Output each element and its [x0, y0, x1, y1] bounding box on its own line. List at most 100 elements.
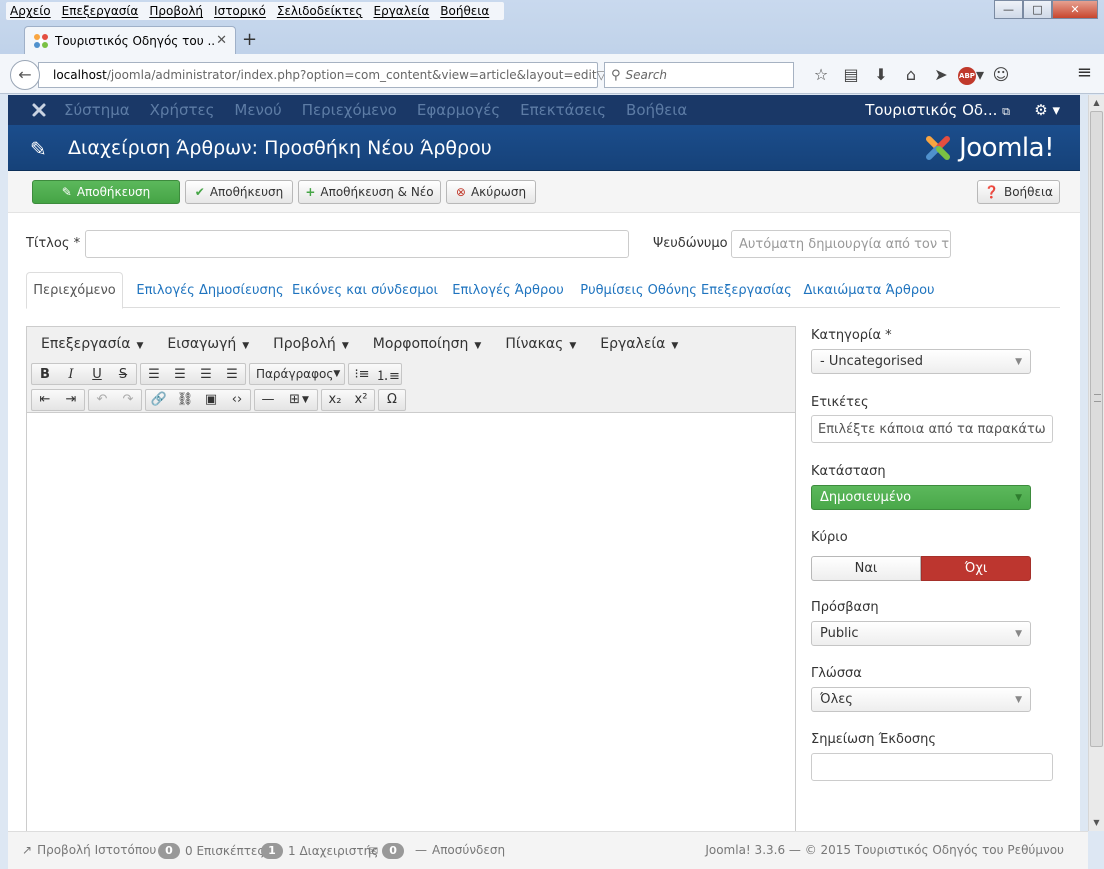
- horizontal-rule-icon[interactable]: —: [255, 390, 281, 410]
- joomla-logo-icon[interactable]: [30, 101, 48, 119]
- minimize-button[interactable]: —: [994, 0, 1023, 19]
- save-close-label: Αποθήκευση: [76, 185, 151, 199]
- menu-file[interactable]: Αρχείο: [10, 4, 51, 18]
- editor-menu-format[interactable]: Μορφοποίηση ▼: [373, 336, 482, 352]
- reading-list-icon[interactable]: ▤: [836, 62, 866, 88]
- nav-content[interactable]: Περιεχόμενο: [302, 101, 397, 119]
- subscript-icon[interactable]: x₂: [322, 390, 348, 410]
- save-close-button[interactable]: ✎ Αποθήκευση: [32, 180, 180, 204]
- editor-menu-table[interactable]: Πίνακας ▼: [505, 336, 576, 352]
- maximize-button[interactable]: □: [1023, 0, 1052, 19]
- link-icon[interactable]: 🔗: [146, 390, 172, 410]
- format-select[interactable]: Παράγραφος ▼: [250, 364, 344, 384]
- site-link[interactable]: Τουριστικός Οδ... ⧉: [865, 101, 1010, 119]
- nav-help[interactable]: Βοήθεια: [626, 101, 687, 119]
- help-button[interactable]: ❓ Βοήθεια: [977, 180, 1060, 204]
- save-label: Αποθήκευση: [209, 185, 284, 199]
- undo-icon[interactable]: ↶: [89, 390, 115, 410]
- new-tab-icon[interactable]: +: [242, 29, 257, 50]
- outdent-icon[interactable]: ⇤: [32, 390, 58, 410]
- menu-tools[interactable]: Εργαλεία: [374, 4, 430, 18]
- table-icon[interactable]: ⊞ ▼: [281, 390, 317, 410]
- align-center-icon[interactable]: ☰: [167, 364, 193, 384]
- editor-menu-insert[interactable]: Εισαγωγή ▼: [167, 336, 249, 352]
- indent-icon[interactable]: ⇥: [58, 390, 84, 410]
- menu-history[interactable]: Ιστορικό: [214, 4, 266, 18]
- tab-editor-config[interactable]: Ρυθμίσεις Οθόνης Επεξεργασίας: [576, 272, 796, 308]
- unlink-icon[interactable]: ⛓: [172, 390, 198, 410]
- category-label: Κατηγορία *: [811, 328, 892, 343]
- editor-menu-tools[interactable]: Εργαλεία ▼: [600, 336, 678, 352]
- numbered-list-icon[interactable]: ⒈≡: [375, 364, 401, 384]
- bold-button[interactable]: B: [32, 364, 58, 384]
- download-icon[interactable]: ⬇: [866, 62, 896, 88]
- special-char-icon[interactable]: Ω: [379, 390, 405, 410]
- tab-article-options[interactable]: Επιλογές Άρθρου: [444, 272, 572, 308]
- menu-bookmarks[interactable]: Σελιδοδείκτες: [277, 4, 363, 18]
- logout-link[interactable]: — Αποσύνδεση: [415, 843, 505, 857]
- address-bar[interactable]: localhost/joomla/administrator/index.php…: [38, 62, 624, 88]
- editor-menu-edit[interactable]: Επεξεργασία ▼: [41, 336, 143, 352]
- bookmark-star-icon[interactable]: ☆: [806, 62, 836, 88]
- category-select[interactable]: - Uncategorised ▼: [811, 349, 1031, 374]
- title-label: Τίτλος *: [26, 236, 81, 251]
- tab-images-links[interactable]: Εικόνες και σύνδεσμοι: [292, 272, 438, 308]
- scroll-thumb[interactable]: [1090, 111, 1103, 747]
- chat-icon[interactable]: ☺: [986, 62, 1016, 88]
- nav-system[interactable]: Σύστημα: [64, 101, 130, 119]
- browser-navbar: localhost/joomla/administrator/index.php…: [0, 54, 1104, 94]
- adblock-icon[interactable]: ABP▾: [956, 62, 986, 88]
- align-justify-icon[interactable]: ☰: [219, 364, 245, 384]
- save-button[interactable]: ✔ Αποθήκευση: [185, 180, 293, 204]
- featured-no-button[interactable]: Όχι: [921, 556, 1031, 581]
- alias-input[interactable]: Αυτόματη δημιουργία από τον τίτλο: [731, 230, 951, 258]
- redo-icon[interactable]: ↷: [115, 390, 141, 410]
- tags-input[interactable]: Επιλέξτε κάποια από τα παρακάτω: [811, 415, 1053, 443]
- tab-permissions[interactable]: Δικαιώματα Άρθρου: [794, 272, 944, 308]
- menu-help[interactable]: Βοήθεια: [440, 4, 489, 18]
- send-icon[interactable]: ➤: [926, 62, 956, 88]
- version-note-input[interactable]: [811, 753, 1053, 781]
- cancel-button[interactable]: ⊗ Ακύρωση: [446, 180, 536, 204]
- scroll-up-icon[interactable]: ▲: [1089, 95, 1104, 111]
- code-icon[interactable]: ‹›: [224, 390, 250, 410]
- title-input[interactable]: [85, 230, 629, 258]
- nav-menus[interactable]: Μενού: [234, 101, 281, 119]
- strikethrough-button[interactable]: S: [110, 364, 136, 384]
- vertical-scrollbar[interactable]: ▲ ▼: [1088, 95, 1104, 831]
- language-select[interactable]: Όλες ▼: [811, 687, 1031, 712]
- access-select[interactable]: Public ▼: [811, 621, 1031, 646]
- image-icon[interactable]: ▣: [198, 390, 224, 410]
- back-button[interactable]: ←: [10, 60, 40, 90]
- menu-view[interactable]: Προβολή: [149, 4, 203, 18]
- align-right-icon[interactable]: ☰: [193, 364, 219, 384]
- tab-publishing[interactable]: Επιλογές Δημοσίευσης: [130, 272, 290, 308]
- gear-icon[interactable]: ⚙ ▾: [1034, 101, 1060, 119]
- editor-content-area[interactable]: [27, 414, 795, 832]
- close-window-button[interactable]: ✕: [1052, 0, 1098, 19]
- caret-down-icon: ▼: [1015, 492, 1022, 503]
- browser-tab[interactable]: Τουριστικός Οδηγός του ... ✕: [24, 26, 236, 54]
- underline-button[interactable]: U: [84, 364, 110, 384]
- nav-extensions[interactable]: Επεκτάσεις: [520, 101, 606, 119]
- close-tab-icon[interactable]: ✕: [216, 33, 227, 48]
- featured-yes-button[interactable]: Ναι: [811, 556, 921, 581]
- view-site-link[interactable]: ↗ Προβολή Ιστοτόπου: [22, 843, 156, 857]
- scroll-down-icon[interactable]: ▼: [1089, 815, 1104, 831]
- status-select[interactable]: Δημοσιευμένο ▼: [811, 485, 1031, 510]
- editor-menu-view[interactable]: Προβολή ▼: [273, 336, 349, 352]
- search-box[interactable]: ⚲ Search: [604, 62, 794, 88]
- joomla-brand-logo-icon: [926, 136, 951, 160]
- tab-content[interactable]: Περιεχόμενο: [26, 272, 123, 309]
- align-left-icon[interactable]: ☰: [141, 364, 167, 384]
- nav-users[interactable]: Χρήστες: [150, 101, 215, 119]
- menu-edit[interactable]: Επεξεργασία: [62, 4, 139, 18]
- bullet-list-icon[interactable]: ⁝≡: [349, 364, 375, 384]
- italic-button[interactable]: I: [58, 364, 84, 384]
- nav-components[interactable]: Εφαρμογές: [417, 101, 500, 119]
- home-icon[interactable]: ⌂: [896, 62, 926, 88]
- messages-info[interactable]: ✉ 0: [368, 843, 409, 859]
- browser-menu-icon[interactable]: ≡: [1077, 62, 1092, 83]
- superscript-icon[interactable]: x²: [348, 390, 374, 410]
- save-new-button[interactable]: + Αποθήκευση & Νέο: [298, 180, 441, 204]
